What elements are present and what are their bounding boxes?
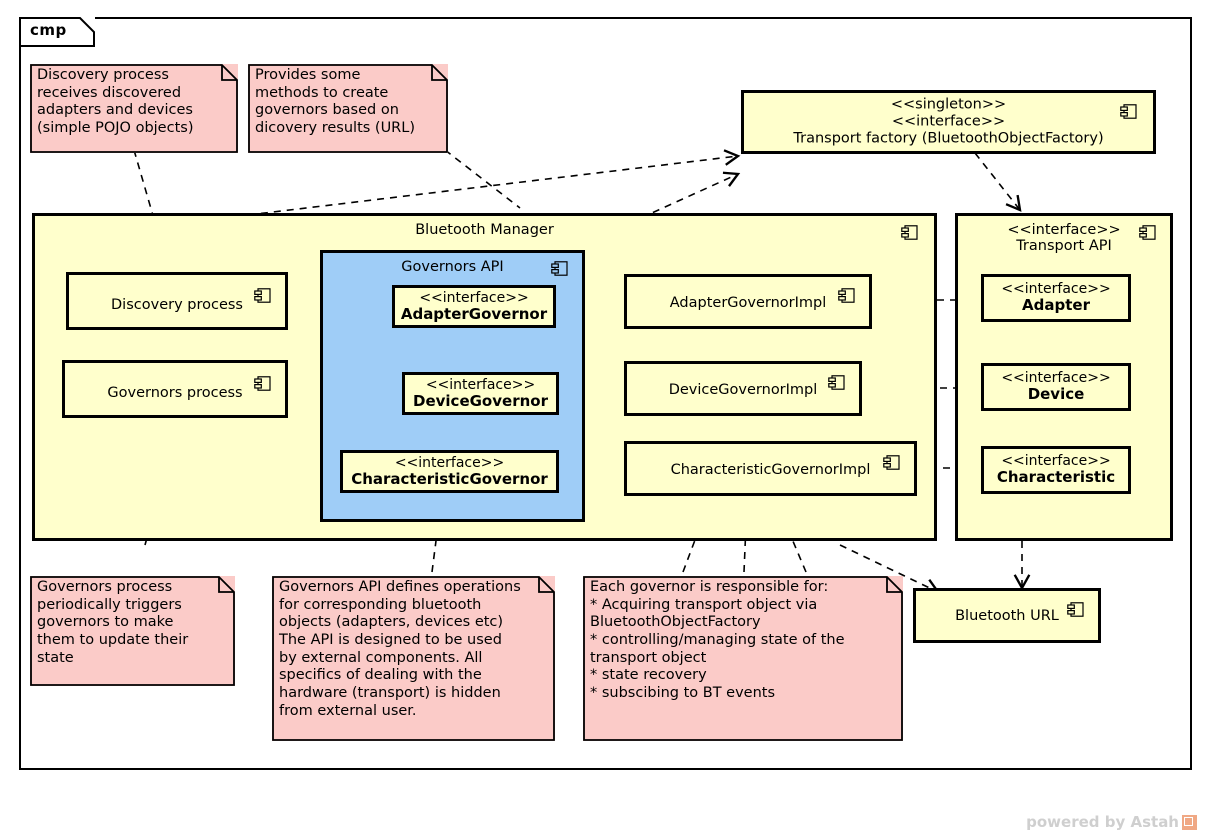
component-icon	[254, 288, 271, 303]
characteristic-governor-impl-component[interactable]: CharacteristicGovernorImpl	[624, 441, 917, 496]
stereotype-label: <<interface>>	[419, 289, 529, 306]
characteristic-interface[interactable]: <<interface>> Characteristic	[981, 446, 1131, 494]
frame-tab-label: cmp	[30, 21, 67, 39]
stereotype-label: <<interface>>	[1001, 281, 1111, 298]
component-icon	[1120, 104, 1137, 119]
characteristic-governor-impl-label: CharacteristicGovernorImpl	[670, 462, 871, 478]
note-discovery: Discovery process receives discovered ad…	[30, 64, 238, 153]
astah-logo-icon	[1182, 814, 1197, 830]
note-text: Governors API defines operations for cor…	[279, 579, 521, 719]
discovery-process-label: Discovery process	[111, 297, 243, 313]
component-icon	[254, 376, 271, 391]
stereotype-label: <<interface>>	[425, 376, 536, 393]
note-text: Each governor is responsible for: * Acqu…	[590, 579, 845, 702]
note-governors-process: Governors process periodically triggers …	[30, 576, 235, 686]
device-interface[interactable]: <<interface>> Device	[981, 363, 1131, 411]
component-icon	[1139, 225, 1156, 240]
device-governor-interface[interactable]: <<interface>> DeviceGovernor	[402, 372, 559, 415]
component-icon	[838, 288, 855, 303]
transport-factory-name: Transport factory (BluetoothObjectFactor…	[793, 130, 1104, 147]
bluetooth-manager-title: Bluetooth Manager	[415, 222, 554, 238]
interface-name: Characteristic	[996, 468, 1116, 487]
interface-name: Device	[1027, 385, 1085, 404]
component-icon	[901, 225, 918, 240]
interface-name: DeviceGovernor	[413, 391, 548, 410]
component-icon	[828, 375, 845, 390]
interface-name: CharacteristicGovernor	[351, 469, 548, 488]
watermark-text: powered by Astah	[1026, 813, 1179, 831]
note-governors-api: Governors API defines operations for cor…	[272, 576, 555, 741]
transport-factory-component[interactable]: <<singleton>> <<interface>> Transport fa…	[741, 90, 1156, 154]
note-text: Provides some methods to create governor…	[255, 67, 415, 137]
adapter-governor-impl-label: AdapterGovernorImpl	[669, 295, 827, 311]
transport-api-name: Transport API	[1016, 238, 1112, 254]
note-text: Discovery process receives discovered ad…	[37, 67, 194, 137]
adapter-governor-impl-component[interactable]: AdapterGovernorImpl	[624, 274, 872, 329]
transport-factory-stereotype-interface: <<interface>>	[891, 113, 1006, 130]
discovery-process-component[interactable]: Discovery process	[66, 272, 288, 330]
interface-name: AdapterGovernor	[400, 304, 548, 323]
governors-process-label: Governors process	[107, 385, 243, 401]
governors-api-title: Governors API	[401, 259, 504, 275]
component-icon	[551, 261, 568, 276]
adapter-interface[interactable]: <<interface>> Adapter	[981, 274, 1131, 322]
interface-name: Adapter	[1022, 296, 1090, 315]
device-governor-impl-label: DeviceGovernorImpl	[668, 382, 818, 398]
transport-factory-stereotype-singleton: <<singleton>>	[890, 96, 1007, 113]
note-text: Governors process periodically triggers …	[37, 579, 189, 666]
component-icon	[883, 455, 900, 470]
uml-component-diagram: cmp Discovery process receives discovere…	[0, 0, 1205, 837]
characteristic-governor-interface[interactable]: <<interface>> CharacteristicGovernor	[340, 450, 559, 493]
stereotype-label: <<interface>>	[394, 454, 505, 471]
stereotype-label: <<interface>>	[1001, 453, 1111, 470]
component-icon	[1067, 602, 1084, 617]
bluetooth-url-component[interactable]: Bluetooth URL	[913, 588, 1101, 643]
note-factory: Provides some methods to create governor…	[248, 64, 448, 153]
governors-process-component[interactable]: Governors process	[62, 360, 288, 418]
watermark: powered by Astah	[1026, 813, 1197, 831]
stereotype-label: <<interface>>	[1001, 370, 1111, 387]
note-each-governor: Each governor is responsible for: * Acqu…	[583, 576, 903, 741]
transport-api-stereotype: <<interface>>	[1007, 222, 1121, 238]
transport-factory-label: <<singleton>> <<interface>> Transport fa…	[744, 96, 1153, 147]
device-governor-impl-component[interactable]: DeviceGovernorImpl	[624, 361, 862, 416]
adapter-governor-interface[interactable]: <<interface>> AdapterGovernor	[392, 285, 556, 328]
